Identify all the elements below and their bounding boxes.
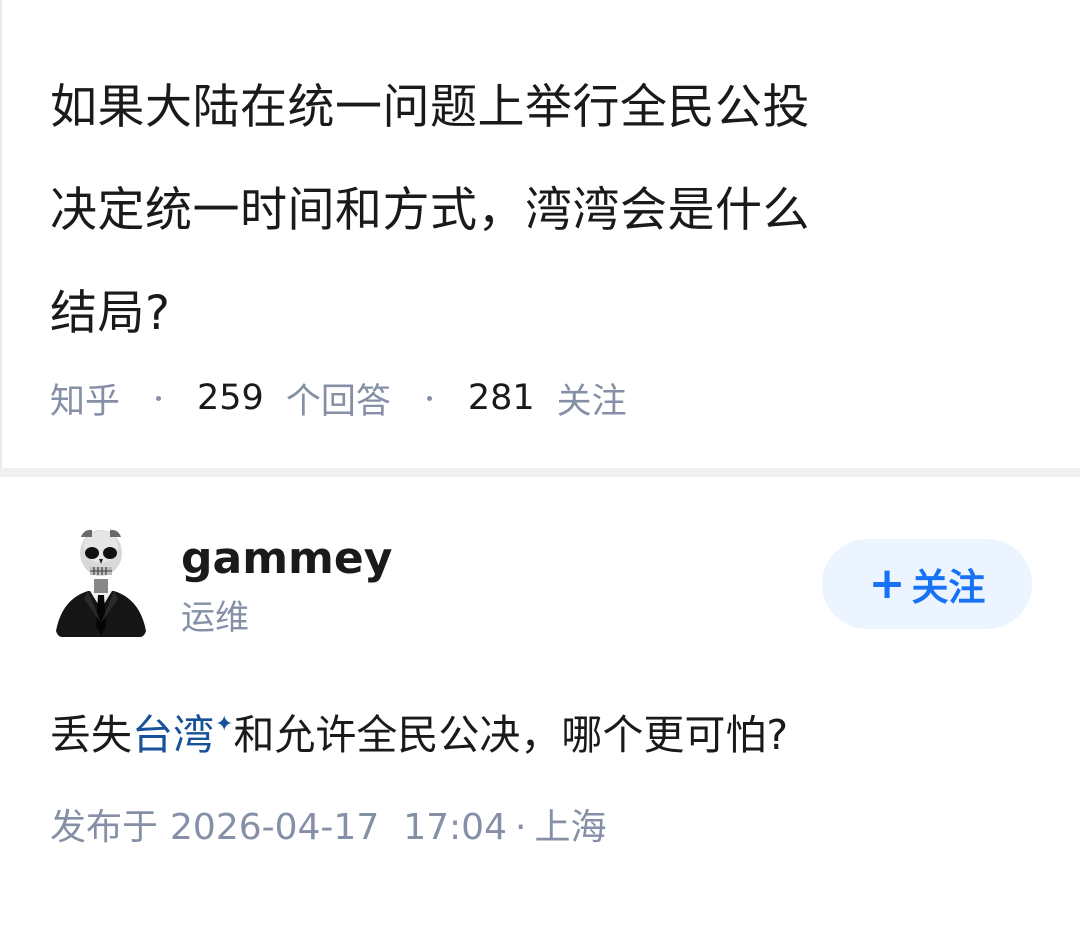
plus-icon: + [868, 558, 906, 609]
question-title[interactable]: 如果大陆在统一问题上举行全民公投 决定统一时间和方式，湾湾会是什么 结局? [50, 56, 1040, 365]
skull-suit-avatar-icon [56, 529, 146, 637]
answer-count-label: 个回答 [285, 381, 391, 422]
follow-button[interactable]: + 关注 [822, 539, 1032, 629]
author-bio: 运维 [181, 598, 249, 638]
published-label: 发布于 [50, 807, 159, 848]
question-card[interactable]: 如果大陆在统一问题上举行全民公投 决定统一时间和方式，湾湾会是什么 结局? 知乎… [0, 0, 1080, 468]
question-title-line: 如果大陆在统一问题上举行全民公投 [50, 80, 810, 135]
published-date: 2026-04-17 [170, 807, 380, 848]
question-meta: 知乎 259 个回答 281 关注 [50, 372, 627, 424]
source-label: 知乎 [50, 381, 121, 422]
question-title-line: 结局? [50, 286, 171, 341]
separator-dot: · [514, 807, 527, 848]
follow-button-label: 关注 [911, 566, 986, 609]
location: 上海 [534, 807, 607, 848]
separator-dot [426, 395, 432, 401]
topic-link[interactable]: 台湾 [132, 711, 214, 759]
author-name[interactable]: gammey [181, 531, 392, 587]
answer-card: gammey 运维 + 关注 丢失台湾✦和允许全民公决，哪个更可怕? 发布于 20… [0, 477, 1080, 929]
follow-count-label: 关注 [556, 381, 627, 422]
answer-content[interactable]: 丢失台湾✦和允许全民公决，哪个更可怕? [50, 695, 788, 765]
answer-text-after: 和允许全民公决，哪个更可怕? [233, 711, 789, 759]
answer-meta: 发布于 2026-04-17 17:04 · 上海 [50, 802, 606, 854]
published-time: 17:04 [403, 807, 507, 848]
answer-text-before: 丢失 [50, 711, 132, 759]
question-title-line: 决定统一时间和方式，湾湾会是什么 [50, 183, 810, 238]
answer-count: 259 [197, 378, 264, 418]
avatar[interactable] [54, 527, 148, 639]
separator-dot [156, 395, 162, 401]
follow-count: 281 [467, 378, 535, 418]
sparkle-icon: ✦ [215, 712, 234, 737]
